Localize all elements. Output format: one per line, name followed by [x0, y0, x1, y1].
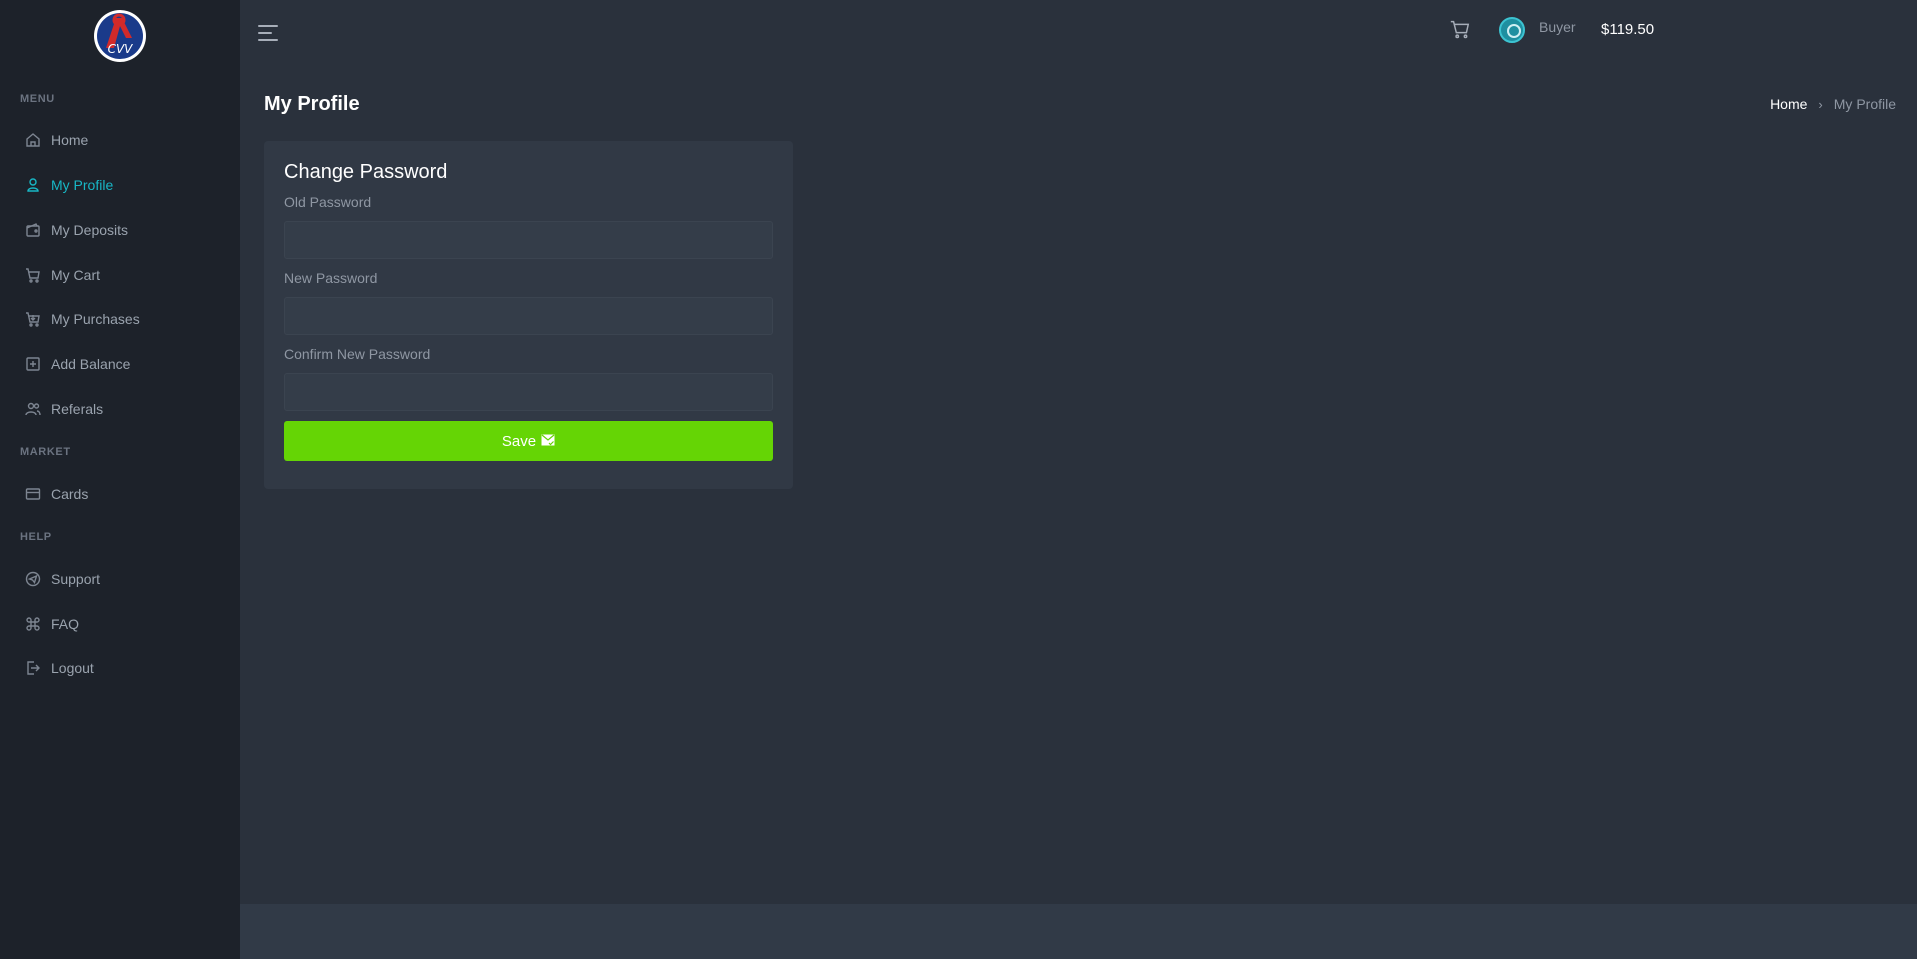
- send-icon: [25, 571, 41, 587]
- menu-section-label: MENU: [20, 93, 55, 105]
- sidebar-item-label: Referals: [51, 401, 104, 417]
- logout-icon: [25, 660, 41, 676]
- mail-check-icon: [541, 434, 555, 446]
- command-icon: [25, 616, 41, 632]
- users-icon: [25, 401, 41, 417]
- breadcrumb-separator: ›: [1818, 96, 1823, 112]
- cart-icon[interactable]: [1449, 18, 1473, 42]
- sidebar-item-my-purchases[interactable]: My Purchases: [0, 301, 240, 337]
- save-button[interactable]: Save: [284, 421, 773, 461]
- card-title: Change Password: [284, 161, 448, 183]
- confirm-password-field[interactable]: [284, 373, 773, 411]
- breadcrumb: Home › My Profile: [1770, 96, 1896, 112]
- breadcrumb-current: My Profile: [1833, 96, 1896, 112]
- old-password-label: Old Password: [284, 194, 372, 210]
- avatar[interactable]: [1499, 17, 1525, 43]
- footer: [240, 904, 1917, 959]
- sidebar-item-home[interactable]: Home: [0, 122, 240, 158]
- sidebar-item-label: Support: [51, 571, 101, 587]
- card-icon: [25, 486, 41, 502]
- breadcrumb-home-link[interactable]: Home: [1770, 96, 1807, 112]
- confirm-password-label: Confirm New Password: [284, 346, 431, 362]
- username-label[interactable]: Buyer: [1539, 19, 1576, 35]
- sidebar-item-label: Logout: [51, 660, 94, 676]
- sidebar-item-add-balance[interactable]: Add Balance: [0, 346, 240, 382]
- sidebar-item-label: My Cart: [51, 267, 100, 283]
- svg-text:CVV: CVV: [108, 42, 134, 56]
- sidebar-item-my-profile[interactable]: My Profile: [0, 167, 240, 203]
- user-icon: [25, 177, 41, 193]
- cart-icon: [25, 267, 41, 283]
- home-icon: [25, 132, 41, 148]
- page-title: My Profile: [264, 93, 360, 115]
- sidebar-item-label: Add Balance: [51, 356, 131, 372]
- sidebar-item-referals[interactable]: Referals: [0, 391, 240, 427]
- market-section-label: MARKET: [20, 446, 71, 458]
- purchases-icon: [25, 311, 41, 327]
- menu-toggle-icon[interactable]: [258, 25, 280, 43]
- save-button-label: Save: [501, 432, 537, 450]
- old-password-field[interactable]: [284, 221, 773, 259]
- plus-square-icon: [25, 356, 41, 372]
- sidebar-item-support[interactable]: Support: [0, 561, 240, 597]
- help-section-label: HELP: [20, 531, 52, 543]
- sidebar-item-label: Cards: [51, 486, 89, 502]
- topbar: [240, 0, 1917, 68]
- sidebar-item-label: FAQ: [51, 616, 80, 632]
- sidebar-item-my-cart[interactable]: My Cart: [0, 257, 240, 293]
- wallet-icon: [25, 222, 41, 238]
- sidebar-item-label: My Purchases: [51, 311, 140, 327]
- sidebar-item-my-deposits[interactable]: My Deposits: [0, 212, 240, 248]
- sidebar-item-label: Home: [51, 132, 89, 148]
- new-password-label: New Password: [284, 270, 378, 286]
- sidebar-item-cards[interactable]: Cards: [0, 476, 240, 512]
- balance-display: $119.50: [1601, 21, 1655, 38]
- new-password-field[interactable]: [284, 297, 773, 335]
- sidebar-item-label: My Deposits: [51, 222, 129, 238]
- change-password-card: Change Password Old Password New Passwor…: [264, 141, 793, 489]
- site-logo[interactable]: CVV: [92, 8, 148, 64]
- sidebar-item-logout[interactable]: Logout: [0, 650, 240, 686]
- sidebar: CVV MENU Home My Profile My Deposits My …: [0, 0, 240, 959]
- sidebar-item-faq[interactable]: FAQ: [0, 606, 240, 642]
- sidebar-item-label: My Profile: [51, 177, 114, 193]
